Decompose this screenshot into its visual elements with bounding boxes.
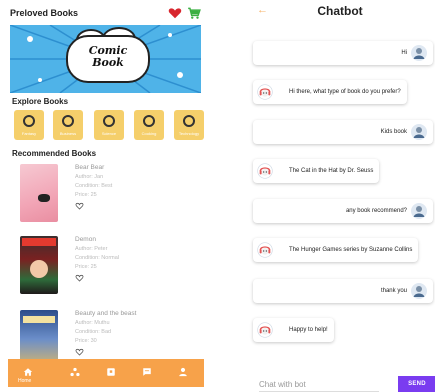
user-message-bubble: any book recommend? <box>253 199 433 223</box>
user-avatar-icon <box>411 283 427 299</box>
book-price: Price: 25 <box>75 192 97 198</box>
book-cover-image <box>20 236 58 294</box>
books-home-screen: Preloved Books Comic Book Explore Books … <box>8 0 204 392</box>
book-title: Demon <box>75 236 96 243</box>
message-text: The Cat in the Hat by Dr. Seuss <box>289 168 374 174</box>
message-text: Hi there, what type of book do you prefe… <box>289 89 401 95</box>
chatbot-screen: ← Chatbot Hi Hi there, what type of book … <box>245 0 435 392</box>
home-tab-label[interactable]: Home <box>18 378 31 384</box>
book-author: Author: Muthu <box>75 320 110 326</box>
chatbot-title: Chatbot <box>317 4 363 18</box>
category-row: Fantasy Business Science Cooking Technol… <box>14 110 204 144</box>
bot-avatar-icon <box>257 242 273 258</box>
chat-input[interactable] <box>259 378 379 392</box>
category-cooking[interactable]: Cooking <box>134 110 164 140</box>
banner-text: Comic Book <box>88 44 128 69</box>
app-title: Preloved Books <box>10 8 79 18</box>
app-header: Preloved Books <box>10 5 202 23</box>
heart-outline-icon[interactable] <box>75 274 84 282</box>
bottom-navigation: Home <box>8 359 204 387</box>
recommended-books-heading: Recommended Books <box>12 149 97 158</box>
message-text: Kids book <box>380 129 407 135</box>
message-text: Hi <box>401 50 407 56</box>
home-icon[interactable] <box>23 367 33 377</box>
book-condition: Condition: Bad <box>75 329 112 335</box>
book-condition: Condition: Normal <box>75 255 120 261</box>
book-card[interactable]: Demon Author: Peter Condition: Normal Pr… <box>18 236 202 300</box>
cart-icon[interactable] <box>187 6 201 20</box>
message-text: The Hunger Games series by Suzanne Colli… <box>289 247 413 253</box>
book-price: Price: 25 <box>75 264 97 270</box>
profile-icon[interactable] <box>178 367 188 377</box>
message-text: any book recommend? <box>345 208 407 214</box>
category-technology[interactable]: Technology <box>174 110 204 140</box>
bot-avatar-icon <box>257 322 273 338</box>
cooking-icon <box>143 115 155 127</box>
user-message-bubble: thank you <box>253 279 433 303</box>
message-text: thank you <box>380 288 407 294</box>
business-icon <box>62 115 74 127</box>
message-text: Happy to help! <box>289 327 328 333</box>
book-author: Author: Peter <box>75 246 108 252</box>
heart-outline-icon[interactable] <box>75 348 84 356</box>
chat-icon[interactable] <box>142 367 152 377</box>
sell-box-icon[interactable] <box>106 367 116 377</box>
user-message-bubble: Kids book <box>253 120 433 144</box>
book-card[interactable]: Bear Bear Author: Jan Condition: Best Pr… <box>18 164 202 228</box>
bot-message-bubble: The Hunger Games series by Suzanne Colli… <box>253 238 419 262</box>
book-title: Beauty and the beast <box>75 310 137 317</box>
heart-outline-icon[interactable] <box>75 202 84 210</box>
explore-books-heading: Explore Books <box>12 97 69 106</box>
user-message-bubble: Hi <box>253 41 433 65</box>
book-title: Bear Bear <box>75 164 105 171</box>
book-author: Author: Jan <box>75 174 104 180</box>
technology-icon <box>183 115 195 127</box>
science-icon <box>103 115 115 127</box>
category-business[interactable]: Business <box>53 110 83 140</box>
user-avatar-icon <box>411 45 427 61</box>
fantasy-icon <box>23 115 35 127</box>
user-avatar-icon <box>411 203 427 219</box>
bot-avatar-icon <box>257 84 273 100</box>
bot-avatar-icon <box>257 163 273 179</box>
chat-input-bar: SEND <box>255 376 435 392</box>
category-tree-icon[interactable] <box>70 367 80 377</box>
screenshot-root: Preloved Books Comic Book Explore Books … <box>0 0 435 392</box>
book-cover-image <box>20 164 58 222</box>
book-condition: Condition: Best <box>75 183 113 189</box>
user-avatar-icon <box>411 124 427 140</box>
category-science[interactable]: Science <box>94 110 124 140</box>
favorites-heart-icon[interactable] <box>168 6 182 20</box>
send-button[interactable]: SEND <box>398 376 435 392</box>
category-fantasy[interactable]: Fantasy <box>14 110 44 140</box>
book-price: Price: 30 <box>75 338 97 344</box>
bot-message-bubble: Hi there, what type of book do you prefe… <box>253 80 407 104</box>
comic-book-banner[interactable]: Comic Book <box>10 25 201 93</box>
